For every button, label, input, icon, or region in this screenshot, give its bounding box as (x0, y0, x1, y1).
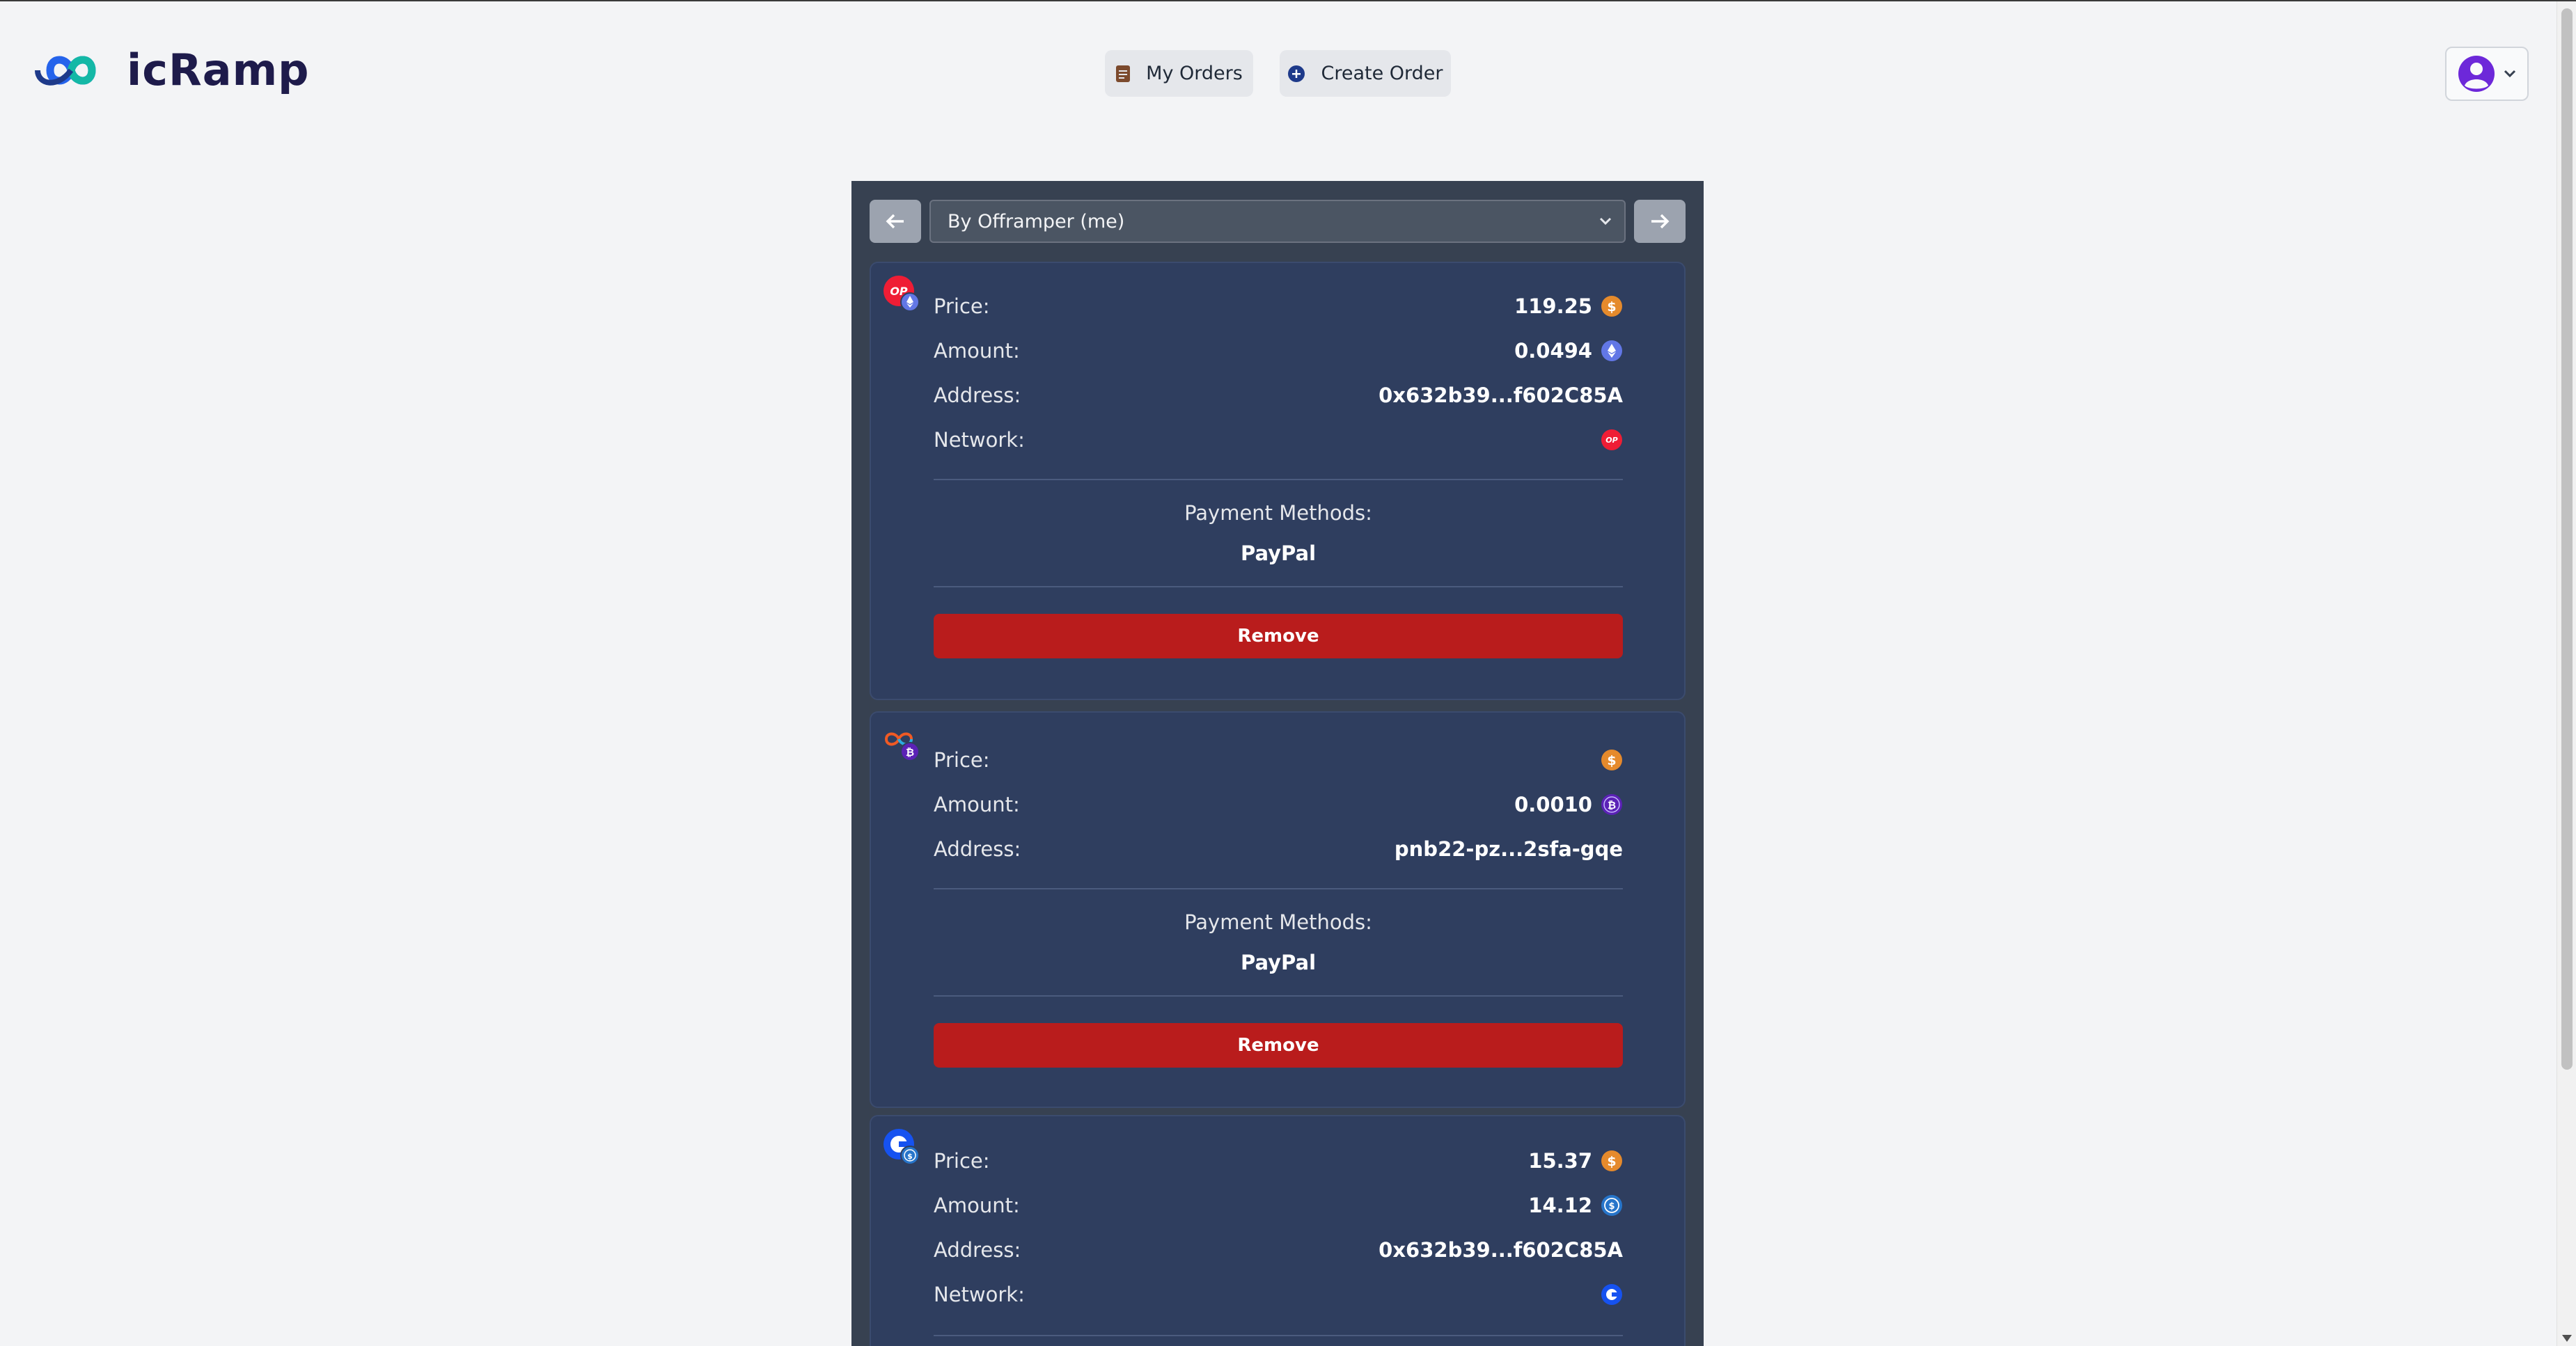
plus-circle-icon (1287, 65, 1305, 83)
payment-method-value: PayPal (1240, 951, 1317, 974)
app-name: icRamp (127, 45, 310, 95)
network-label: Network: (934, 1283, 1025, 1306)
svg-text:₿: ₿ (1608, 799, 1616, 811)
amount-row: Amount: 14.12 $ (934, 1191, 1623, 1219)
address-label: Address: (934, 837, 1021, 861)
price-row: Price: 15.37 $ (934, 1147, 1623, 1175)
amount-value: 0.0010 (1514, 793, 1592, 816)
ckbtc-icon: ₿ (1601, 794, 1622, 815)
user-menu-button[interactable] (2445, 47, 2529, 101)
svg-text:₿: ₿ (906, 746, 914, 759)
user-avatar-icon (2458, 56, 2495, 92)
network-row: Network: (934, 1281, 1623, 1308)
orders-panel: By Offramper (me) OP Price: 119.25 $ Amo… (851, 181, 1704, 1346)
optimism-eth-icon: OP (882, 274, 921, 313)
header: icRamp My Orders Create Order (0, 1, 2548, 144)
order-card: $ Price: 15.37 $ Amount: 14.12 $ Address… (870, 1115, 1686, 1346)
page-scrollbar[interactable] (2557, 1, 2576, 1346)
address-label: Address: (934, 1238, 1021, 1262)
svg-text:$: $ (1607, 299, 1616, 315)
chevron-down-icon (2504, 70, 2516, 78)
dollar-coin-icon: $ (1601, 750, 1622, 770)
base-icon (1601, 1284, 1622, 1305)
payment-methods-label: Payment Methods: (1184, 501, 1372, 525)
order-card: ₿ Price: $ Amount: 0.0010 ₿ Address: pnb… (870, 711, 1686, 1108)
address-value: 0x632b39...f602C85A (1379, 1238, 1623, 1262)
network-label: Network: (934, 428, 1025, 452)
network-row: Network: OP (934, 426, 1623, 454)
svg-text:$: $ (907, 1152, 913, 1161)
order-filter-value: By Offramper (me) (948, 210, 1125, 232)
address-row: Address: 0x632b39...f602C85A (934, 1236, 1623, 1264)
price-value: 15.37 (1528, 1149, 1592, 1173)
price-row: Price: $ (934, 746, 1623, 774)
svg-text:$: $ (1607, 753, 1616, 768)
price-row: Price: 119.25 $ (934, 292, 1623, 320)
svg-text:$: $ (1607, 1154, 1616, 1169)
order-card: OP Price: 119.25 $ Amount: 0.0494 Addres… (870, 262, 1686, 700)
arrow-left-icon (886, 214, 904, 229)
amount-label: Amount: (934, 793, 1020, 816)
amount-label: Amount: (934, 339, 1020, 363)
optimism-icon: OP (1601, 429, 1622, 450)
dollar-coin-icon: $ (1601, 296, 1622, 317)
scrollbar-thumb[interactable] (2561, 8, 2573, 1070)
create-order-label: Create Order (1321, 63, 1443, 84)
document-icon (1115, 65, 1131, 83)
divider (934, 586, 1623, 587)
amount-value: 0.0494 (1514, 339, 1592, 363)
divider (934, 479, 1623, 480)
divider (934, 995, 1623, 997)
address-value: 0x632b39...f602C85A (1379, 383, 1623, 407)
address-row: Address: pnb22-pz...2sfa-gqe (934, 835, 1623, 863)
next-button[interactable] (1634, 200, 1686, 243)
price-value: 119.25 (1514, 294, 1592, 318)
svg-text:OP: OP (1605, 436, 1617, 445)
scroll-down-arrow-icon[interactable] (2562, 1335, 2572, 1342)
amount-label: Amount: (934, 1194, 1020, 1217)
order-filter-select[interactable]: By Offramper (me) (929, 200, 1626, 243)
payment-methods-label: Payment Methods: (1184, 910, 1372, 934)
filter-row: By Offramper (me) (870, 200, 1686, 243)
amount-row: Amount: 0.0010 ₿ (934, 791, 1623, 818)
remove-button[interactable]: Remove (934, 614, 1623, 658)
remove-button[interactable]: Remove (934, 1023, 1623, 1068)
icp-ckbtc-icon: ₿ (882, 724, 921, 763)
address-row: Address: 0x632b39...f602C85A (934, 381, 1623, 409)
chevron-down-icon (1599, 217, 1612, 225)
logo[interactable]: icRamp (29, 45, 310, 95)
address-label: Address: (934, 383, 1021, 407)
price-label: Price: (934, 294, 990, 318)
base-usdc-icon: $ (882, 1127, 921, 1166)
price-label: Price: (934, 1149, 990, 1173)
infinity-logo-icon (35, 56, 96, 86)
my-orders-button[interactable]: My Orders (1105, 50, 1253, 97)
divider (934, 888, 1623, 889)
arrow-right-icon (1651, 214, 1670, 229)
divider (934, 1335, 1623, 1336)
address-value: pnb22-pz...2sfa-gqe (1394, 837, 1623, 861)
amount-row: Amount: 0.0494 (934, 337, 1623, 365)
svg-text:$: $ (1608, 1201, 1615, 1212)
payment-method-value: PayPal (1240, 541, 1317, 565)
price-label: Price: (934, 748, 990, 772)
amount-value: 14.12 (1528, 1194, 1592, 1217)
previous-button[interactable] (870, 200, 921, 243)
eth-icon (1601, 340, 1622, 361)
my-orders-label: My Orders (1146, 63, 1243, 84)
usdc-icon: $ (1601, 1195, 1622, 1216)
dollar-coin-icon: $ (1601, 1150, 1622, 1171)
create-order-button[interactable]: Create Order (1280, 50, 1451, 97)
